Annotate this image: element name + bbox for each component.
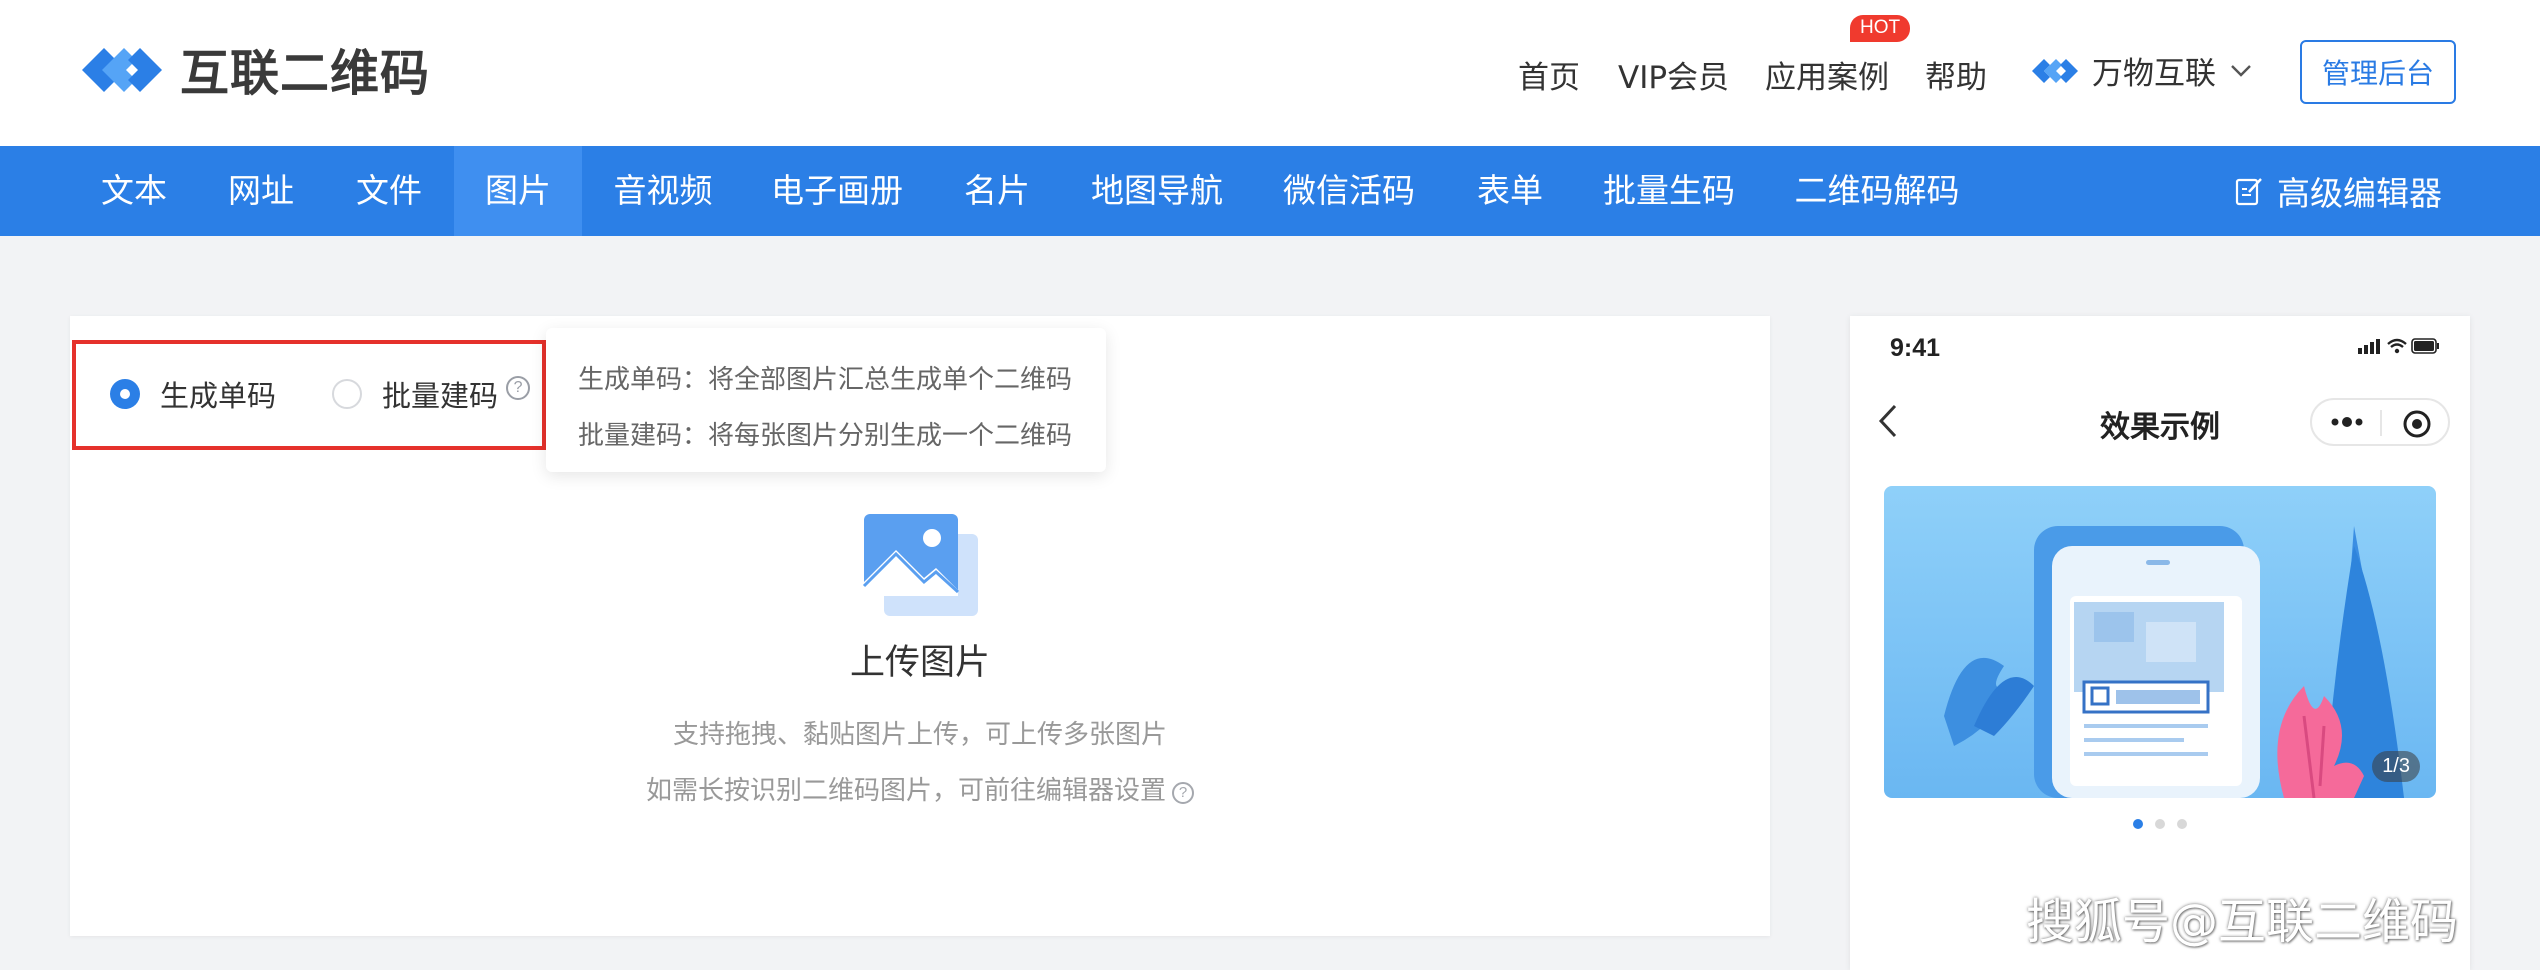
chevron-down-icon [2231,64,2251,77]
image-upload-icon[interactable] [862,512,982,620]
tooltip-line-batch: 批量建码：将每张图片分别生成一个二维码 [578,421,1073,451]
phone-nav-bar: 效果示例 [1850,376,2470,466]
status-time: 9:41 [1890,334,1941,362]
radio-batch-code[interactable]: 批量建码 ? [332,344,531,444]
brand-logo-icon [2032,58,2078,83]
tab-text[interactable]: 文本 [72,146,196,236]
main-nav: 文本 网址 文件 图片 音视频 电子画册 名片 地图导航 微信活码 表单 批量生… [0,146,2540,236]
tab-file[interactable]: 文件 [326,146,452,236]
brand-dropdown[interactable]: 万物互联 [2030,48,2252,93]
tab-url[interactable]: 网址 [198,146,324,236]
close-miniprogram-icon[interactable] [2402,409,2432,439]
radio-batch-label: 批量建码 [382,379,499,413]
radio-dot-unchecked [332,379,362,409]
capsule-divider [2380,410,2382,436]
tab-batch-generate[interactable]: 批量生码 [1574,146,1764,236]
upload-card: 上传图片 支持拖拽、黏贴图片上传，可上传多张图片 如需长按识别二维码图片，可前往… [70,316,1770,936]
mode-tooltip: 生成单码：将全部图片汇总生成单个二维码 批量建码：将每张图片分别生成一个二维码 [546,328,1106,472]
tab-ebook[interactable]: 电子画册 [744,146,930,236]
upload-tip-drag: 支持拖拽、黏贴图片上传，可上传多张图片 [672,720,1167,750]
question-icon[interactable]: ? [1172,781,1194,804]
carousel-dot-active[interactable] [2133,819,2143,829]
question-icon[interactable]: ? [506,376,531,400]
nav-home[interactable]: 首页 [1518,52,1580,97]
tab-map-nav[interactable]: 地图导航 [1064,146,1250,236]
brand-label: 万物互联 [2092,56,2216,92]
carousel-dots [1850,814,2470,833]
tab-qr-decode[interactable]: 二维码解码 [1766,146,1988,236]
tab-wechat-code[interactable]: 微信活码 [1252,146,1446,236]
tab-business-card[interactable]: 名片 [932,146,1062,236]
advanced-editor-link[interactable]: 高级编辑器 [2235,146,2442,236]
upload-tip-editor-text: 如需长按识别二维码图片，可前往编辑器设置 [645,776,1166,806]
site-logo[interactable]: 互联二维码 [74,34,430,105]
nav-help[interactable]: 帮助 [1925,52,1987,97]
radio-dot-checked [110,379,140,409]
phone-preview: 9:41 效果示例 1/3 [1850,316,2470,970]
nav-cases[interactable]: 应用案例 [1765,52,1889,97]
example-banner-image[interactable]: 1/3 [1884,486,2436,798]
admin-console-button[interactable]: 管理后台 [2300,40,2456,104]
tooltip-line-single: 生成单码：将全部图片汇总生成单个二维码 [578,365,1073,395]
mode-highlight-box: 生成单码 批量建码 ? [72,340,546,450]
watermark-text: 搜狐号@互联二维码 [2026,894,2459,950]
tab-image[interactable]: 图片 [454,146,582,236]
nav-vip[interactable]: VIP会员 [1618,52,1729,97]
mini-program-capsule [2310,398,2450,446]
advanced-editor-label: 高级编辑器 [2277,174,2442,213]
status-bar-icons [2358,338,2439,354]
radio-single-label: 生成单码 [160,379,277,413]
tab-form[interactable]: 表单 [1448,146,1572,236]
example-illustration [1884,486,2436,798]
edit-icon [2235,178,2262,206]
top-header: 互联二维码 首页 VIP会员 应用案例 HOT 帮助 万物互联 管理后台 [0,0,2540,146]
carousel-dot[interactable] [2155,819,2165,829]
radio-single-code[interactable]: 生成单码 [110,344,276,444]
upload-tip-editor: 如需长按识别二维码图片，可前往编辑器设置? [70,770,1770,807]
carousel-dot[interactable] [2177,819,2187,829]
upload-title: 上传图片 [849,643,990,683]
logo-text: 互联二维码 [180,45,431,102]
hot-badge: HOT [1850,15,1911,42]
carousel-page-indicator: 1/3 [2372,751,2420,782]
logo-mark-icon [82,47,162,92]
more-icon[interactable] [2330,414,2364,430]
tab-audio-video[interactable]: 音视频 [584,146,742,236]
